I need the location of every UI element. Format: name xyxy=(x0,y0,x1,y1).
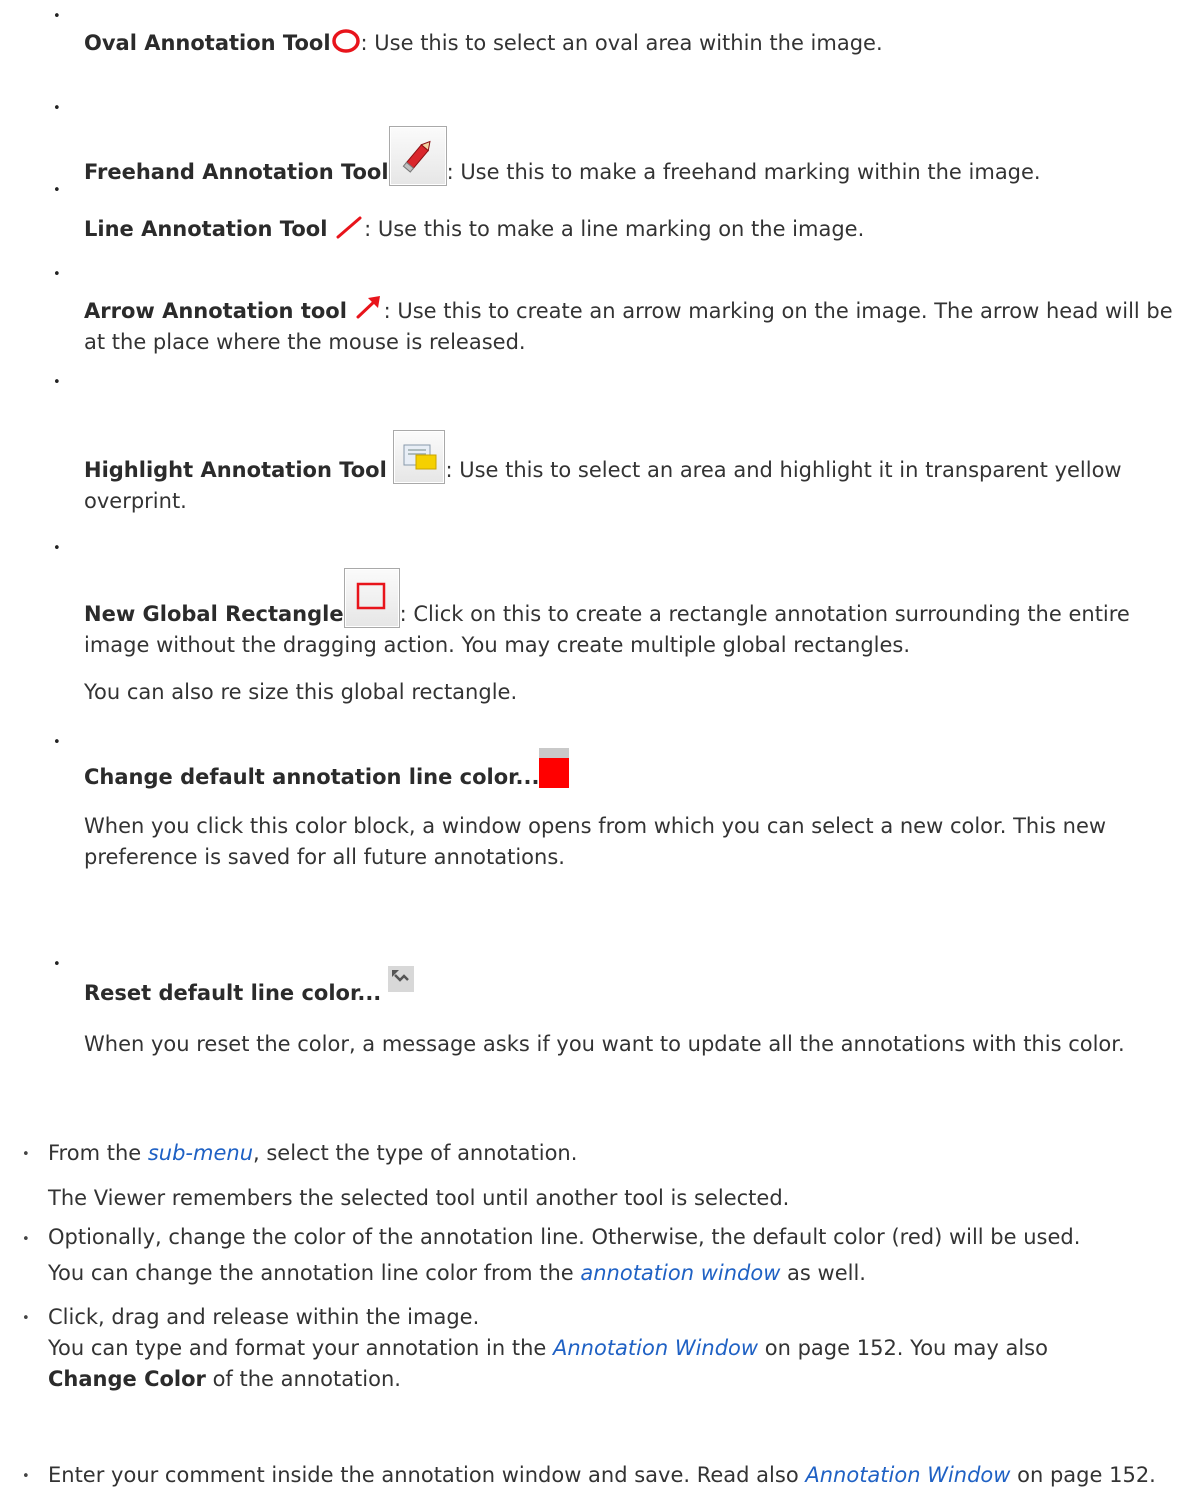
tool-description: : Use this to make a freehand marking wi… xyxy=(446,160,1041,184)
step-text: of the annotation. xyxy=(205,1367,401,1392)
tool-name: Reset default line color... xyxy=(84,981,382,1005)
tool-name: Freehand Annotation Tool xyxy=(84,160,389,184)
annotation-window-link[interactable]: Annotation Window xyxy=(553,1336,758,1360)
list-item-freehand-tool: Freehand Annotation Tool : Use this to ma… xyxy=(84,126,1186,188)
step-click-drag: Click, drag and release within the image… xyxy=(48,1302,1186,1395)
tool-name: Highlight Annotation Tool xyxy=(84,458,387,482)
step-text: You can type and format your annotation … xyxy=(48,1336,553,1361)
list-item-global-rectangle: New Global Rectangle: Click on this to c… xyxy=(84,568,1186,708)
document-page: • Oval Annotation Tool : Use this to sele… xyxy=(0,0,1198,1487)
color-swatch-icon[interactable] xyxy=(539,748,570,788)
reset-icon[interactable] xyxy=(387,966,414,992)
bullet: • xyxy=(53,957,61,972)
step-text: on page 152. You may also xyxy=(758,1336,1048,1361)
tool-description: : Use this to select an oval area within… xyxy=(360,31,883,55)
step-text: Enter your comment inside the annotation… xyxy=(48,1463,806,1487)
step-note: The Viewer remembers the selected tool u… xyxy=(48,1186,790,1211)
list-item-change-color: Change default annotation line color... … xyxy=(84,748,1186,873)
step-text: , select the type of annotation. xyxy=(253,1141,578,1165)
bullet: • xyxy=(22,1147,30,1162)
step-enter-comment: Enter your comment inside the annotation… xyxy=(48,1460,1186,1491)
highlight-icon[interactable] xyxy=(393,430,446,484)
list-item-highlight-tool: Highlight Annotation Tool : Use this to … xyxy=(84,430,1186,517)
step-note: as well. xyxy=(780,1261,866,1286)
tool-note: When you click this color block, a windo… xyxy=(84,814,1107,870)
list-item-oval-tool: Oval Annotation Tool : Use this to select… xyxy=(84,28,1186,59)
sub-menu-link[interactable]: sub-menu xyxy=(148,1141,253,1165)
bullet: • xyxy=(53,267,61,282)
tool-name: New Global Rectangle xyxy=(84,602,344,626)
tool-note: You can also re size this global rectang… xyxy=(84,680,518,705)
annotation-window-link[interactable]: annotation window xyxy=(580,1261,780,1285)
step-text: on page 152. xyxy=(1010,1463,1156,1487)
tool-name: Change default annotation line color... xyxy=(84,765,540,789)
pencil-icon[interactable] xyxy=(388,126,447,186)
step-text: Optionally, change the color of the anno… xyxy=(48,1225,1081,1249)
bullet: • xyxy=(53,9,61,24)
arrow-icon[interactable] xyxy=(354,294,384,320)
bullet: • xyxy=(22,1311,30,1326)
bullet: • xyxy=(22,1469,30,1484)
annotation-window-link[interactable]: Annotation Window xyxy=(805,1463,1010,1487)
bullet: • xyxy=(53,101,61,116)
step-text: Click, drag and release within the image… xyxy=(48,1305,480,1329)
list-item-arrow-tool: Arrow Annotation tool : Use this to crea… xyxy=(84,294,1186,358)
list-item-reset-color: Reset default line color... When you res… xyxy=(84,966,1186,1060)
list-item-line-tool: Line Annotation Tool : Use this to make … xyxy=(84,214,1186,245)
line-icon[interactable] xyxy=(334,214,364,240)
step-select-annotation: From the sub-menu, select the type of an… xyxy=(48,1138,1186,1214)
step-note: You can change the annotation line color… xyxy=(48,1261,581,1286)
tool-name: Oval Annotation Tool xyxy=(84,31,331,55)
change-color-label: Change Color xyxy=(48,1367,206,1392)
bullet: • xyxy=(53,541,61,556)
tool-description: : Use this to make a line marking on the… xyxy=(364,217,865,241)
step-text: From the xyxy=(48,1141,148,1165)
bullet: • xyxy=(53,183,61,198)
global-rectangle-icon[interactable] xyxy=(343,568,400,628)
bullet: • xyxy=(53,375,61,390)
bullet: • xyxy=(22,1232,30,1247)
bullet: • xyxy=(53,735,61,750)
tool-name: Arrow Annotation tool xyxy=(84,299,347,323)
step-change-color: Optionally, change the color of the anno… xyxy=(48,1222,1186,1289)
oval-icon[interactable] xyxy=(331,28,361,54)
tool-note: When you reset the color, a message asks… xyxy=(84,1032,1125,1057)
tool-name: Line Annotation Tool xyxy=(84,217,328,241)
